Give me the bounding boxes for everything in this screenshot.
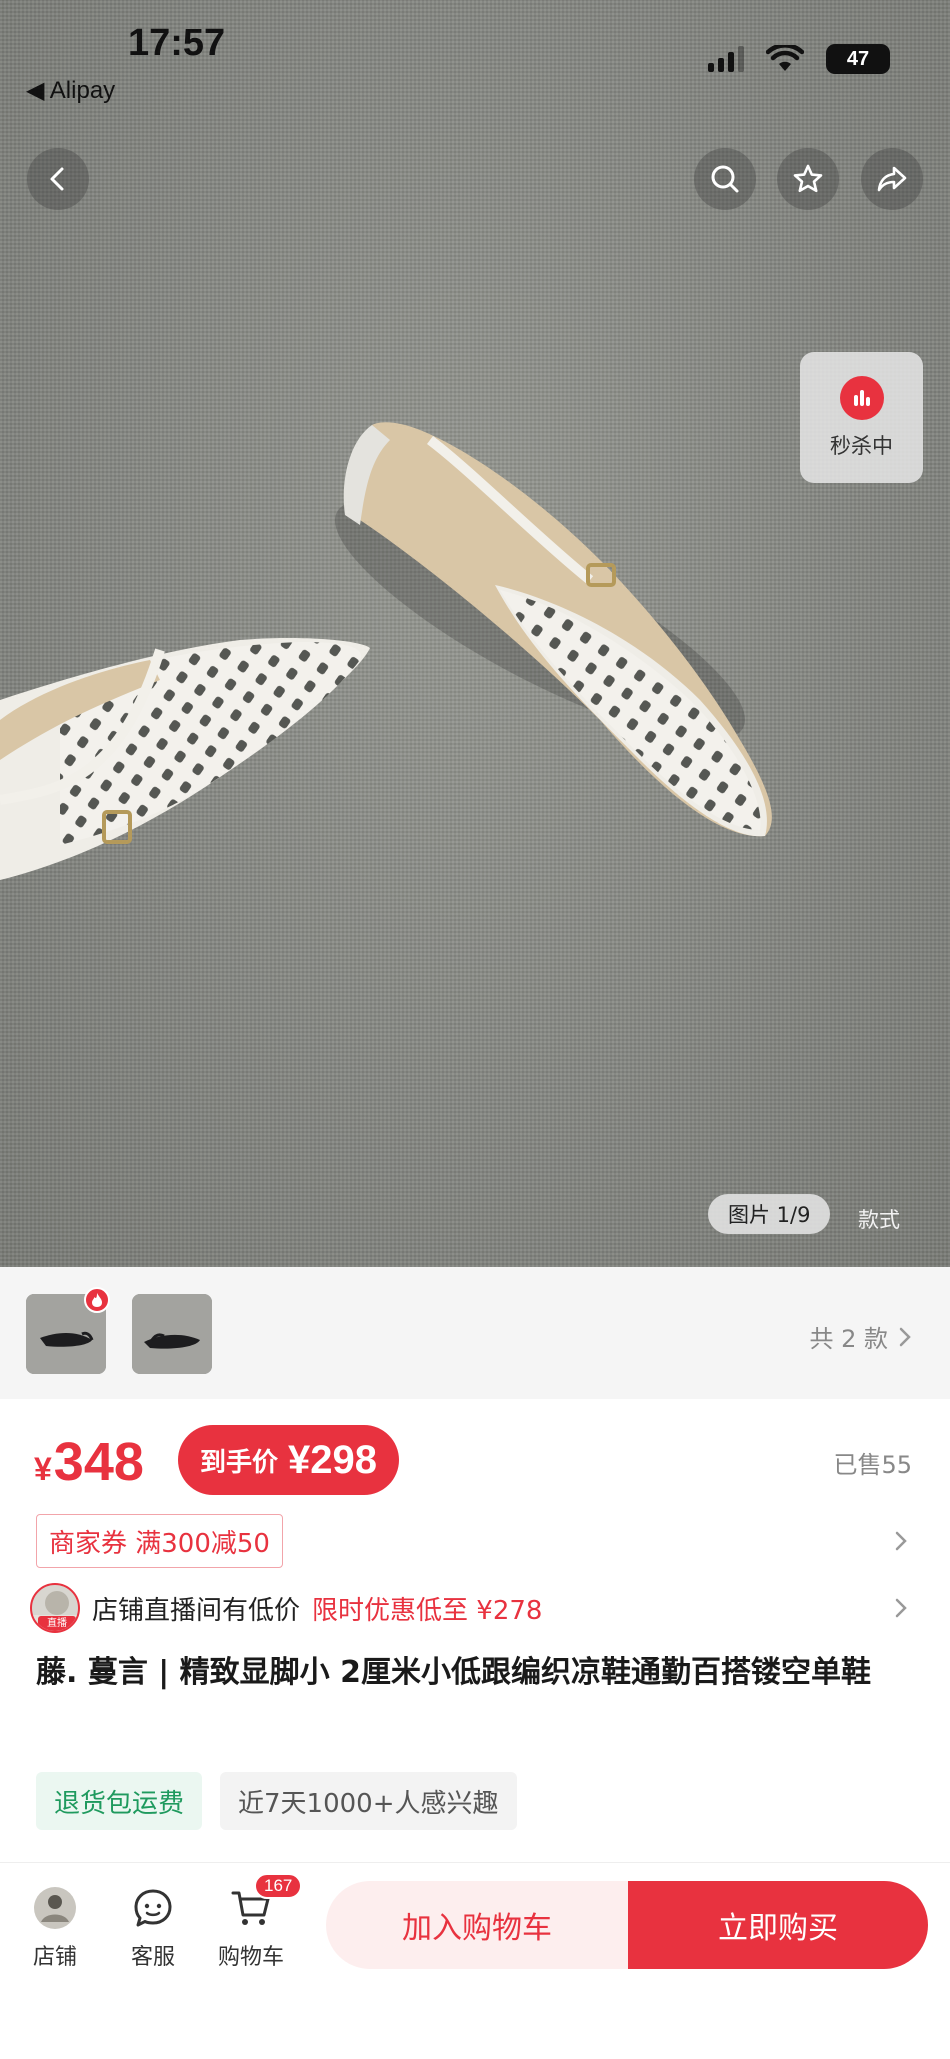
- sold-count: 已售55: [833, 1451, 912, 1479]
- merchant-coupon[interactable]: 商家券 满300减50: [36, 1514, 283, 1568]
- bottom-action-bar: 店铺 客服 167 购物车 加入购物车 立即购买: [0, 1862, 950, 2059]
- back-button[interactable]: [27, 148, 89, 210]
- original-price-value: 348: [53, 1432, 144, 1492]
- original-price: ¥ 348: [34, 1431, 144, 1493]
- image-counter[interactable]: 图片 1/9: [708, 1194, 831, 1234]
- flash-sale-badge[interactable]: 秒杀中: [800, 352, 923, 483]
- live-avatar: 直播: [30, 1583, 80, 1633]
- style-tab[interactable]: 款式: [858, 1204, 900, 1234]
- chevron-right-icon: [899, 1327, 911, 1346]
- favorite-button[interactable]: [777, 148, 839, 210]
- cart-label: 购物车: [218, 1945, 285, 1970]
- shop-avatar-icon: [32, 1885, 78, 1931]
- chat-icon: [130, 1885, 176, 1931]
- variant-strip: 共 2 款: [0, 1267, 950, 1399]
- live-text: 店铺直播间有低价: [92, 1595, 301, 1626]
- status-time: 17:57: [128, 22, 226, 64]
- cart-icon: 167: [228, 1873, 303, 1931]
- final-price-label: 到手价: [200, 1447, 279, 1478]
- cart-count-badge: 167: [254, 1873, 303, 1899]
- chevron-right-icon[interactable]: [890, 1597, 912, 1619]
- share-button[interactable]: [861, 148, 923, 210]
- final-price-pill: 到手价 ¥298: [178, 1425, 399, 1495]
- product-title: 藤. 蔓言 | 精致显脚小 2厘米小低跟编织凉鞋通勤百搭镂空单鞋: [36, 1655, 872, 1690]
- hot-icon: [84, 1287, 110, 1313]
- back-to-app-link[interactable]: ◀ Alipay: [26, 76, 115, 105]
- service-tags: 退货包运费 近7天1000+人感兴趣: [36, 1772, 517, 1830]
- add-to-cart-button[interactable]: 加入购物车: [326, 1881, 628, 1969]
- live-stream-row[interactable]: 直播 店铺直播间有低价 限时优惠低至 ¥278: [30, 1582, 542, 1634]
- flash-sale-icon: [839, 375, 884, 420]
- battery-icon: 47: [826, 44, 890, 74]
- currency-symbol: ¥: [34, 1451, 52, 1487]
- back-icon: [50, 167, 64, 191]
- interest-tag: 近7天1000+人感兴趣: [220, 1772, 517, 1830]
- buy-now-button[interactable]: 立即购买: [628, 1881, 928, 1969]
- shop-button[interactable]: 店铺: [32, 1885, 78, 1971]
- star-icon: [793, 164, 823, 193]
- variant-thumbnail[interactable]: [132, 1294, 212, 1374]
- battery-level: 47: [846, 47, 870, 70]
- live-promo: 限时优惠低至 ¥278: [312, 1595, 543, 1626]
- final-price-value: ¥298: [288, 1437, 377, 1482]
- search-icon: [711, 165, 739, 193]
- shop-label: 店铺: [32, 1945, 77, 1970]
- chevron-right-icon[interactable]: [890, 1530, 912, 1552]
- search-button[interactable]: [694, 148, 756, 210]
- live-tag: 直播: [38, 1616, 76, 1631]
- service-label: 客服: [130, 1945, 175, 1970]
- cellular-signal-icon: [708, 46, 744, 72]
- cart-button[interactable]: 167 购物车: [218, 1873, 303, 1971]
- variant-count-label: 共 2 款: [809, 1325, 888, 1353]
- shoe-thumbnail-image: [132, 1294, 212, 1374]
- free-return-shipping-tag[interactable]: 退货包运费: [36, 1772, 203, 1830]
- customer-service-button[interactable]: 客服: [130, 1885, 176, 1971]
- flash-sale-label: 秒杀中: [830, 433, 893, 458]
- wifi-icon: [766, 45, 804, 71]
- share-icon: [877, 166, 907, 192]
- status-icons: 47: [708, 44, 890, 74]
- product-image-gallery[interactable]: 17:57 ◀ Alipay 47 秒杀中 图片 1/9 款式: [0, 0, 950, 1267]
- product-info: ¥ 348 到手价 ¥298 已售55 商家券 满300减50 直播 店铺直播间…: [0, 1399, 950, 1869]
- variant-count-link[interactable]: 共 2 款: [809, 1319, 912, 1354]
